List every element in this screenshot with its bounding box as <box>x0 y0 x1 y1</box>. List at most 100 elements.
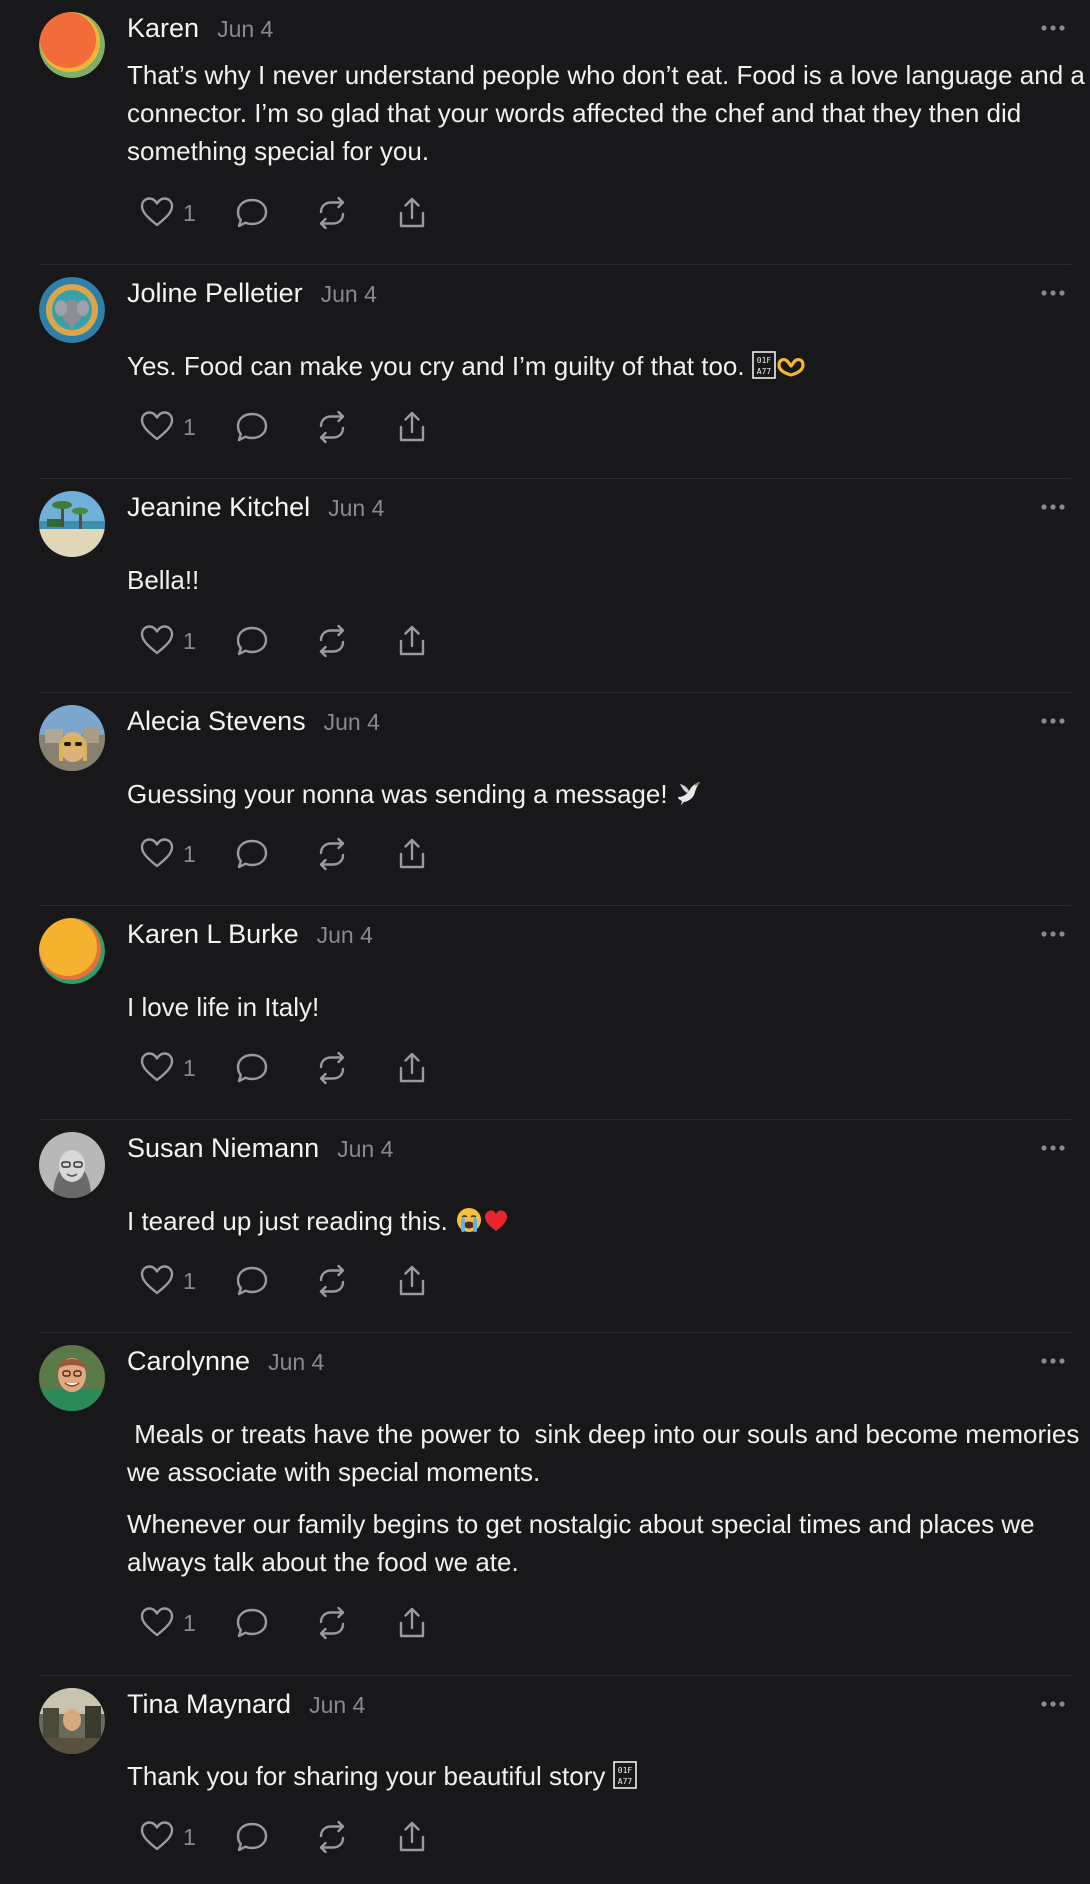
more-options-button[interactable] <box>1035 493 1071 521</box>
avatar[interactable] <box>39 1345 105 1411</box>
like-button[interactable]: 1 <box>139 195 234 231</box>
like-button[interactable]: 1 <box>139 1605 234 1641</box>
repost-button[interactable] <box>314 195 394 231</box>
reply-button[interactable] <box>234 836 314 872</box>
like-button[interactable]: 1 <box>139 836 234 872</box>
avatar[interactable] <box>39 1688 105 1754</box>
share-icon <box>399 1265 425 1296</box>
comment-text: That’s why I never understand people who… <box>127 60 1085 166</box>
comment-date[interactable]: Jun 4 <box>217 16 273 43</box>
more-options-button[interactable] <box>1035 1347 1071 1375</box>
avatar[interactable] <box>39 277 105 343</box>
comment-date[interactable]: Jun 4 <box>309 1692 365 1719</box>
repost-button[interactable] <box>314 836 394 872</box>
comment-date[interactable]: Jun 4 <box>321 281 377 308</box>
author-name[interactable]: Susan Niemann <box>127 1133 319 1164</box>
crying-face-emoji <box>455 1206 483 1244</box>
reply-button[interactable] <box>234 623 314 659</box>
comment-text: I love life in Italy! <box>127 992 320 1022</box>
comment-item: Alecia Stevens Jun 4 Guessing your nonna… <box>39 693 1071 906</box>
repost-button[interactable] <box>314 1050 394 1086</box>
comment-item: Carolynne Jun 4 Meals or treats have the… <box>39 1333 1079 1676</box>
like-count: 1 <box>183 199 196 226</box>
share-button[interactable] <box>394 1605 444 1641</box>
comment-date[interactable]: Jun 4 <box>328 495 384 522</box>
share-button[interactable] <box>394 409 444 445</box>
share-button[interactable] <box>394 1263 444 1299</box>
reply-button[interactable] <box>234 1050 314 1086</box>
share-icon <box>399 197 425 228</box>
comment-body: Yes. Food can make you cry and I’m guilt… <box>127 347 1090 389</box>
comment-actions: 1 <box>139 836 444 872</box>
author-name[interactable]: Jeanine Kitchel <box>127 492 310 523</box>
comment-bubble-icon <box>236 839 268 869</box>
share-button[interactable] <box>394 195 444 231</box>
comment-text: Guessing your nonna was sending a messag… <box>127 779 675 809</box>
avatar-image <box>39 918 105 984</box>
avatar[interactable] <box>39 918 105 984</box>
like-count: 1 <box>183 1823 196 1850</box>
more-options-button[interactable] <box>1035 707 1071 735</box>
reply-button[interactable] <box>234 409 314 445</box>
repost-icon <box>319 837 345 871</box>
repost-button[interactable] <box>314 1263 394 1299</box>
comment-date[interactable]: Jun 4 <box>337 1136 393 1163</box>
comment-actions: 1 <box>139 1050 444 1086</box>
more-options-button[interactable] <box>1035 1690 1071 1718</box>
author-name[interactable]: Tina Maynard <box>127 1689 291 1720</box>
share-button[interactable] <box>394 1050 444 1086</box>
comment-bubble-icon <box>236 1053 268 1083</box>
share-button[interactable] <box>394 623 444 659</box>
comment-bubble-icon <box>236 412 268 442</box>
more-options-button[interactable] <box>1035 920 1071 948</box>
like-button[interactable]: 1 <box>139 1819 234 1855</box>
like-button[interactable]: 1 <box>139 1263 234 1299</box>
more-options-button[interactable] <box>1035 1134 1071 1162</box>
repost-icon <box>319 1820 345 1854</box>
repost-icon <box>319 1051 345 1085</box>
avatar[interactable] <box>39 491 105 557</box>
comment-actions: 1 <box>139 409 444 445</box>
share-button[interactable] <box>394 836 444 872</box>
avatar[interactable] <box>39 1132 105 1198</box>
heart-icon <box>140 838 174 868</box>
reply-button[interactable] <box>234 195 314 231</box>
author-name[interactable]: Carolynne <box>127 1346 250 1377</box>
more-options-button[interactable] <box>1035 14 1071 42</box>
more-options-icon <box>1041 504 1065 510</box>
repost-button[interactable] <box>314 1819 394 1855</box>
author-name[interactable]: Alecia Stevens <box>127 706 306 737</box>
repost-button[interactable] <box>314 1605 394 1641</box>
share-icon <box>399 1052 425 1083</box>
comment-text: Thank you for sharing your beautiful sto… <box>127 1761 613 1791</box>
reply-button[interactable] <box>234 1819 314 1855</box>
avatar[interactable] <box>39 705 105 771</box>
comment-item: Susan Niemann Jun 4 I teared up just rea… <box>39 1120 1071 1333</box>
repost-button[interactable] <box>314 409 394 445</box>
avatar[interactable] <box>39 12 105 78</box>
like-button[interactable]: 1 <box>139 1050 234 1086</box>
comment-bubble-icon <box>236 198 268 228</box>
more-options-icon <box>1041 25 1065 31</box>
more-options-icon <box>1041 1701 1065 1707</box>
like-button[interactable]: 1 <box>139 409 234 445</box>
repost-icon <box>319 410 345 444</box>
share-icon <box>399 838 425 869</box>
svg-text:A77: A77 <box>757 367 772 376</box>
reply-button[interactable] <box>234 1605 314 1641</box>
repost-button[interactable] <box>314 623 394 659</box>
comment-date[interactable]: Jun 4 <box>317 922 373 949</box>
comment-text: Whenever our family begins to get nostal… <box>127 1509 1035 1577</box>
comment-date[interactable]: Jun 4 <box>268 1349 324 1376</box>
repost-icon <box>319 624 345 658</box>
share-button[interactable] <box>394 1819 444 1855</box>
author-name[interactable]: Joline Pelletier <box>127 278 303 309</box>
reply-button[interactable] <box>234 1263 314 1299</box>
like-count: 1 <box>183 413 196 440</box>
heart-icon <box>140 625 174 655</box>
more-options-button[interactable] <box>1035 279 1071 307</box>
author-name[interactable]: Karen L Burke <box>127 919 299 950</box>
like-button[interactable]: 1 <box>139 623 234 659</box>
author-name[interactable]: Karen <box>127 13 199 44</box>
comment-date[interactable]: Jun 4 <box>324 709 380 736</box>
